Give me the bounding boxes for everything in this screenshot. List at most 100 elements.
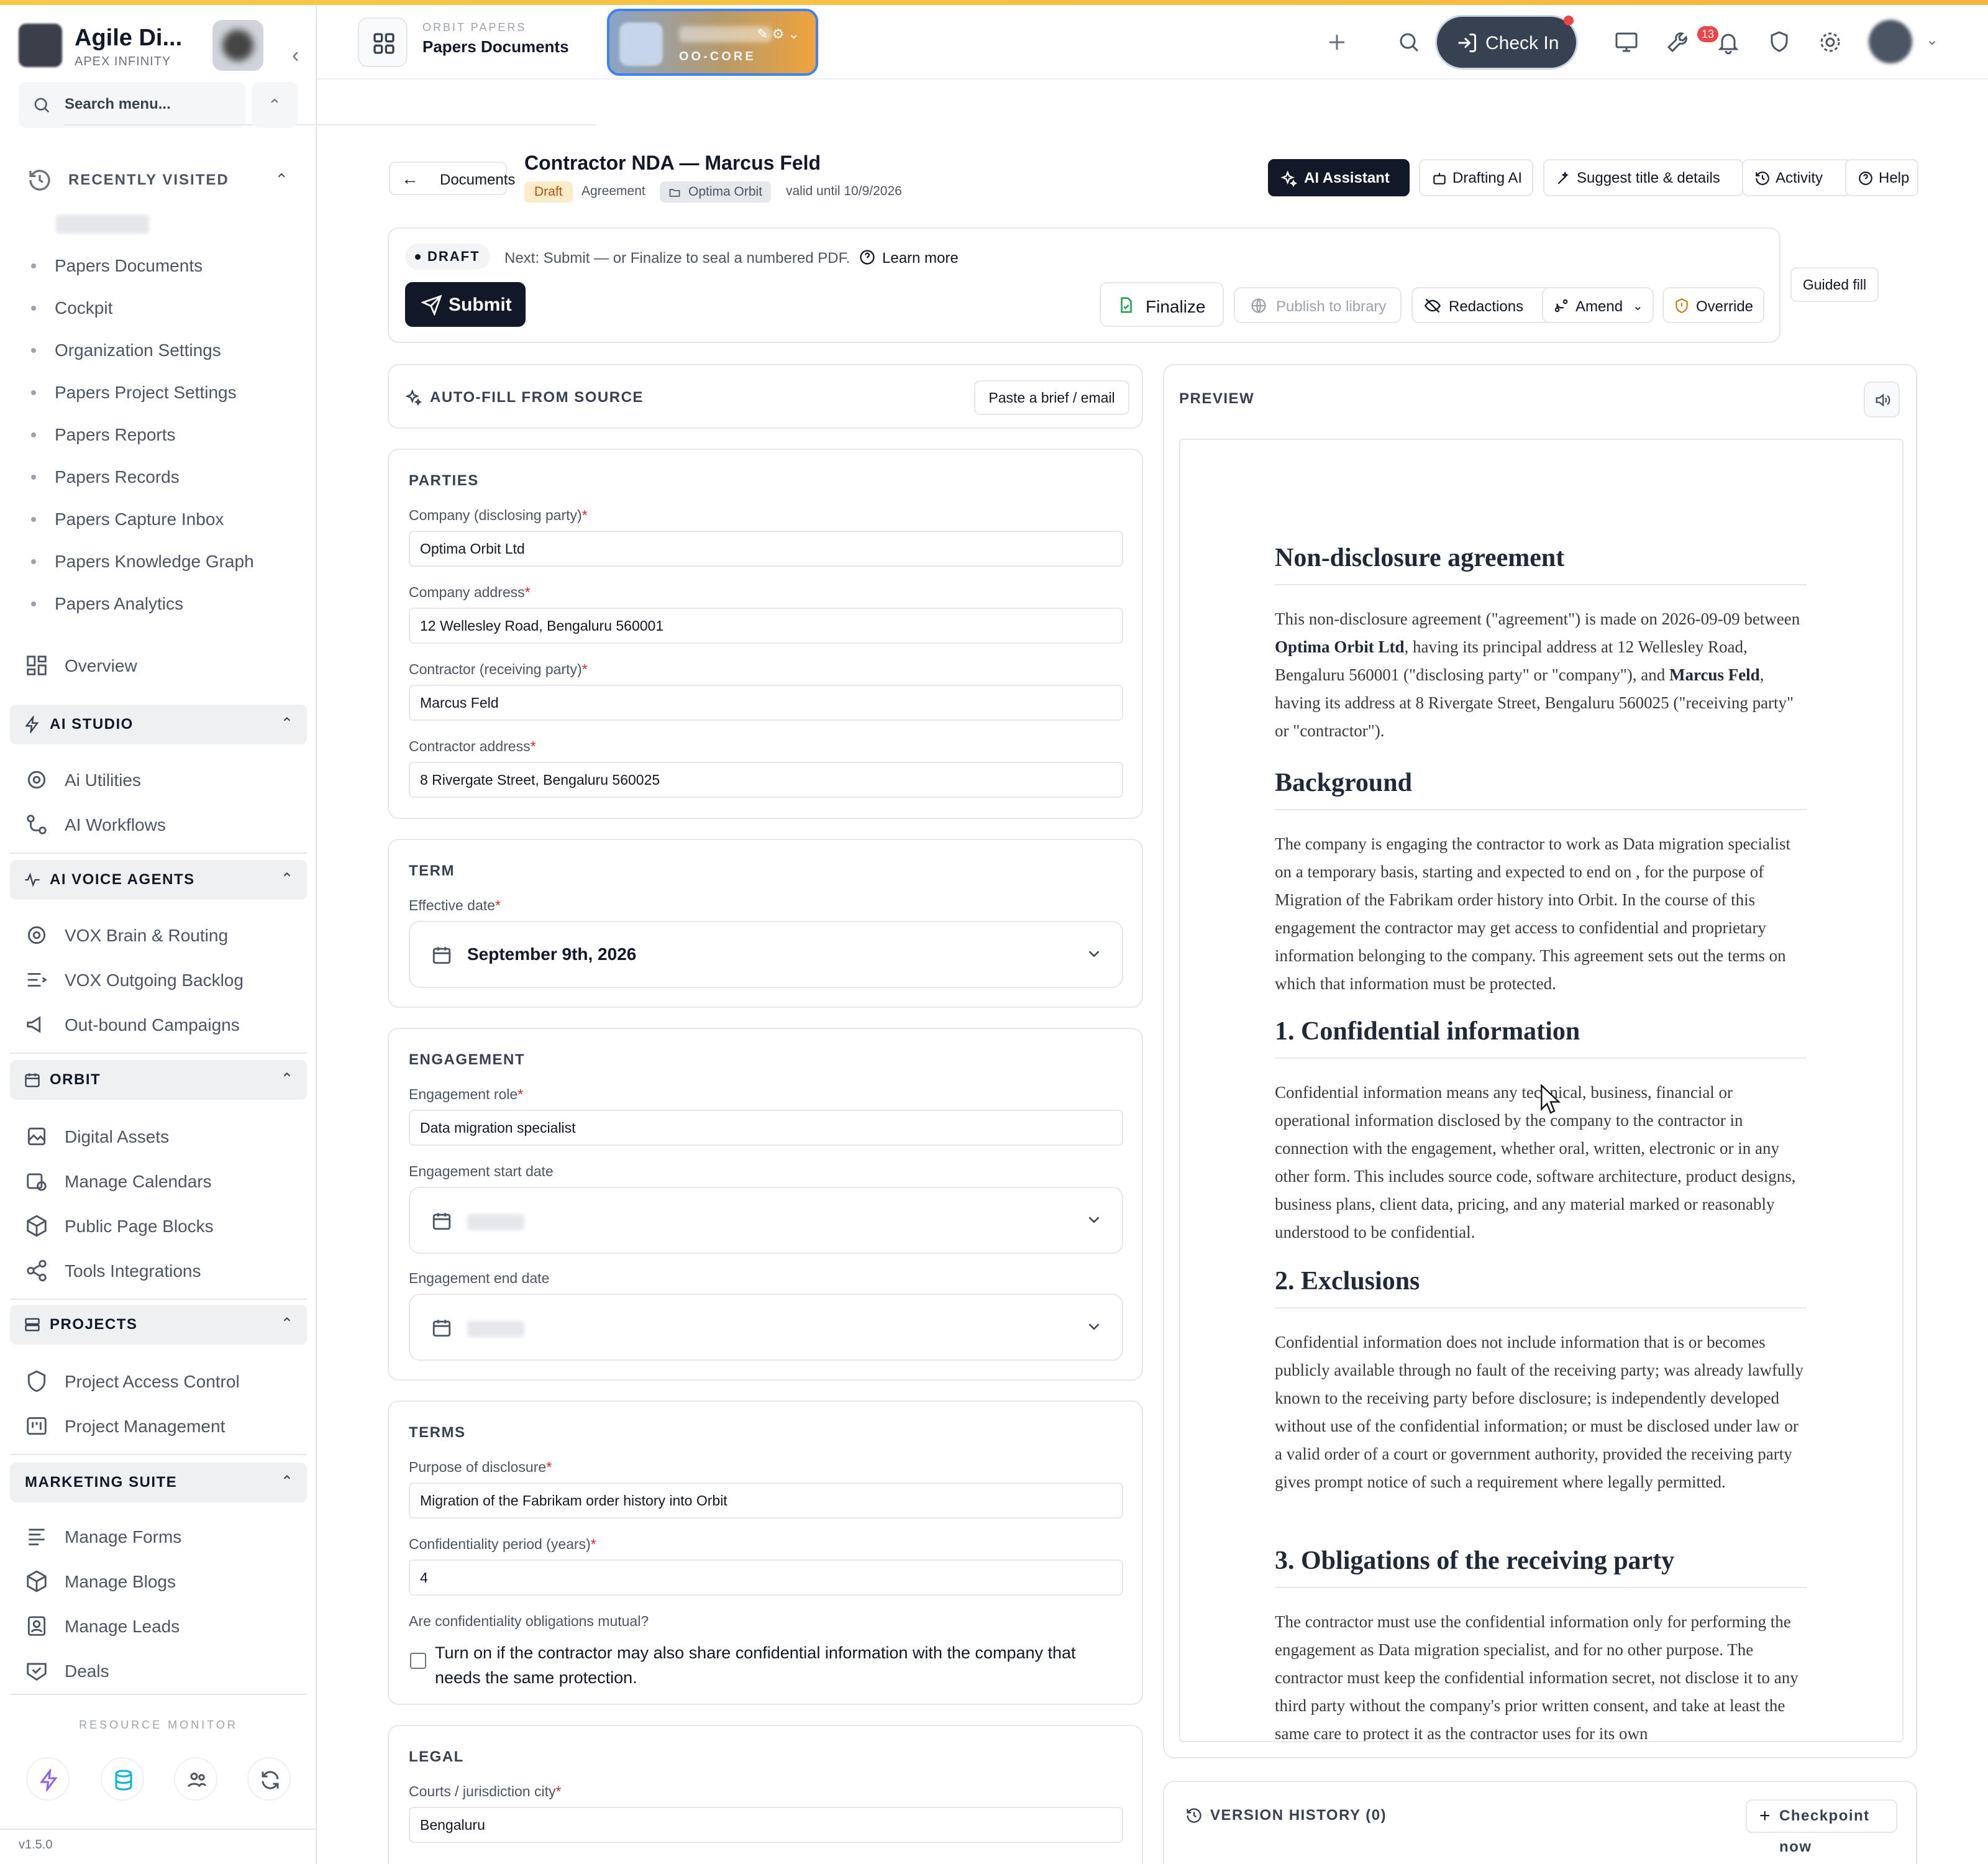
- suggest-title-button[interactable]: Suggest title & details: [1543, 159, 1743, 196]
- user-avatar[interactable]: [1869, 20, 1912, 63]
- sidebar-item-public-page-blocks[interactable]: Public Page Blocks: [25, 1210, 298, 1241]
- check-in-indicator: [1564, 16, 1574, 25]
- amend-dropdown[interactable]: Amend ⌄: [1542, 287, 1654, 323]
- check-in-button[interactable]: Check In: [1435, 15, 1578, 70]
- preview-paragraph: The contractor must use the confidential…: [1275, 1612, 1799, 1742]
- version-history-card: VERSION HISTORY (0) + Checkpoint now: [1163, 1781, 1917, 1864]
- app-switcher-button[interactable]: [358, 17, 408, 67]
- help-icon: [1859, 171, 1872, 185]
- add-icon[interactable]: [1320, 25, 1354, 60]
- field-label: Engagement role*: [409, 1086, 524, 1102]
- calendar-icon: [432, 1320, 451, 1337]
- paste-brief-button[interactable]: Paste a brief / email: [974, 380, 1129, 415]
- notification-count: 13: [1697, 26, 1718, 42]
- monitor-icon[interactable]: [1609, 25, 1644, 60]
- mutual-checkbox[interactable]: [410, 1653, 426, 1669]
- cpu-monitor[interactable]: [26, 1757, 70, 1801]
- drafting-ai-button[interactable]: Drafting AI: [1419, 159, 1533, 196]
- group-marketing-suite[interactable]: MARKETING SUITE ⌃: [10, 1463, 307, 1502]
- sidebar-item-ai-utilities[interactable]: Ai Utilities: [25, 764, 298, 795]
- chevron-up-icon: ⌃: [275, 170, 288, 189]
- sidebar-item-manage-leads[interactable]: Manage Leads: [25, 1610, 298, 1642]
- cube-icon: [27, 1215, 47, 1237]
- sidebar-item-digital-assets[interactable]: Digital Assets: [25, 1121, 298, 1152]
- guided-fill-button[interactable]: Guided fill: [1790, 267, 1879, 302]
- folder-icon: [669, 189, 680, 197]
- field-label: Contractor address*: [409, 738, 536, 754]
- jurisdiction-city-field[interactable]: Bengaluru: [409, 1807, 1123, 1843]
- refresh-icon: [262, 1771, 279, 1789]
- org-switcher[interactable]: OO-CORE ✎ ⚙ ⌄: [607, 9, 818, 76]
- engagement-start-picker[interactable]: [409, 1187, 1123, 1254]
- company-field[interactable]: Optima Orbit Ltd: [409, 531, 1123, 567]
- section-title: ENGAGEMENT: [409, 1051, 526, 1068]
- org-chip[interactable]: Optima Orbit: [660, 181, 772, 203]
- back-to-documents-button[interactable]: ← Documents: [389, 162, 515, 195]
- engagement-role-field[interactable]: Data migration specialist: [409, 1110, 1123, 1146]
- redacted-recent-item[interactable]: [56, 215, 149, 234]
- calendar-clock-icon: [27, 1173, 47, 1191]
- search-input[interactable]: Search menu...: [65, 96, 596, 126]
- brand-title: Agile Di...: [75, 25, 183, 51]
- brand[interactable]: Agile Di... APEX INFINITY ‹: [19, 19, 299, 72]
- group-projects[interactable]: PROJECTS ⌃: [10, 1305, 307, 1345]
- preview-paragraph: This non-disclosure agreement ("agreemen…: [1275, 610, 1800, 740]
- plus-icon: +: [1759, 1806, 1771, 1826]
- settings-gear-icon[interactable]: [1813, 25, 1848, 60]
- help-button[interactable]: Help: [1845, 159, 1918, 196]
- sidebar-item-manage-forms[interactable]: Manage Forms: [25, 1521, 298, 1552]
- workspace-avatar[interactable]: [212, 20, 263, 71]
- group-ai-voice-agents[interactable]: AI VOICE AGENTS ⌃: [10, 860, 307, 900]
- submit-button[interactable]: Submit: [405, 282, 526, 327]
- collapse-sidebar-icon[interactable]: ‹: [292, 43, 299, 68]
- legal-section: LEGAL Courts / jurisdiction city* Bengal…: [388, 1725, 1143, 1864]
- contractor-field[interactable]: Marcus Feld: [409, 685, 1123, 721]
- wrench-icon[interactable]: [1660, 25, 1695, 60]
- parties-section: PARTIES Company (disclosing party)* Opti…: [388, 449, 1143, 819]
- field-label: Confidentiality period (years)*: [409, 1536, 596, 1552]
- effective-date-picker[interactable]: September 9th, 2026: [409, 921, 1123, 988]
- sidebar-item-deals[interactable]: Deals: [25, 1655, 298, 1686]
- publish-to-library-button[interactable]: Publish to library: [1234, 287, 1402, 323]
- chevron-up-icon[interactable]: ⌃: [252, 82, 298, 128]
- org-tools[interactable]: ✎ ⚙ ⌄: [757, 26, 800, 42]
- contractor-address-field[interactable]: 8 Rivergate Street, Bengaluru 560025: [409, 762, 1123, 798]
- ai-assistant-button[interactable]: AI Assistant: [1268, 159, 1410, 196]
- shield-icon[interactable]: [1762, 25, 1797, 60]
- confidentiality-period-field[interactable]: 4: [409, 1560, 1123, 1596]
- redactions-button[interactable]: Redactions: [1411, 287, 1557, 323]
- sidebar-item-vox-backlog[interactable]: VOX Outgoing Backlog: [25, 964, 298, 995]
- purpose-field[interactable]: Migration of the Fabrikam order history …: [409, 1483, 1123, 1519]
- sync-monitor[interactable]: [247, 1757, 291, 1801]
- group-ai-studio[interactable]: AI STUDIO ⌃: [10, 705, 307, 744]
- speaker-icon: [1876, 393, 1890, 407]
- field-label: Company (disclosing party)*: [409, 507, 588, 523]
- activity-button[interactable]: Activity: [1742, 159, 1851, 196]
- checkpoint-now-button[interactable]: + Checkpoint now: [1746, 1799, 1897, 1855]
- company-address-field[interactable]: 12 Wellesley Road, Bengaluru 560001: [409, 608, 1123, 644]
- override-button[interactable]: Override: [1662, 287, 1764, 323]
- engagement-end-picker[interactable]: [409, 1294, 1123, 1361]
- sidebar-item-outbound-campaigns[interactable]: Out-bound Campaigns: [25, 1009, 298, 1040]
- search-icon[interactable]: [1392, 25, 1426, 60]
- menu-search[interactable]: Search menu...: [19, 82, 596, 128]
- group-orbit[interactable]: ORBIT ⌃: [10, 1060, 307, 1100]
- sidebar-item-tools-integrations[interactable]: Tools Integrations: [25, 1255, 298, 1286]
- chevron-down-icon[interactable]: ⌄: [1926, 31, 1938, 49]
- sidebar-item-manage-calendars[interactable]: Manage Calendars: [25, 1166, 298, 1197]
- sidebar-item-manage-blogs[interactable]: Manage Blogs: [25, 1566, 298, 1597]
- sparkles-icon: [1280, 170, 1298, 188]
- sidebar-item-ai-workflows[interactable]: AI Workflows: [25, 809, 298, 840]
- storage-monitor[interactable]: [101, 1757, 144, 1801]
- sidebar: Agile Di... APEX INFINITY ‹ Search menu.…: [0, 5, 596, 1864]
- sidebar-item-project-management[interactable]: Project Management: [25, 1410, 298, 1441]
- sidebar-item-vox-brain[interactable]: VOX Brain & Routing: [25, 920, 298, 951]
- read-aloud-button[interactable]: [1864, 381, 1900, 418]
- users-monitor[interactable]: [174, 1757, 217, 1801]
- recently-visited-header[interactable]: RECENTLY VISITED ⌃: [27, 165, 288, 196]
- finalize-button[interactable]: Finalize: [1100, 282, 1224, 327]
- sidebar-item-project-access-control[interactable]: Project Access Control: [25, 1366, 298, 1397]
- sidebar-item-overview[interactable]: Overview: [25, 650, 298, 681]
- shield-alert-icon: [1676, 298, 1688, 313]
- calendar-icon: [25, 1073, 40, 1087]
